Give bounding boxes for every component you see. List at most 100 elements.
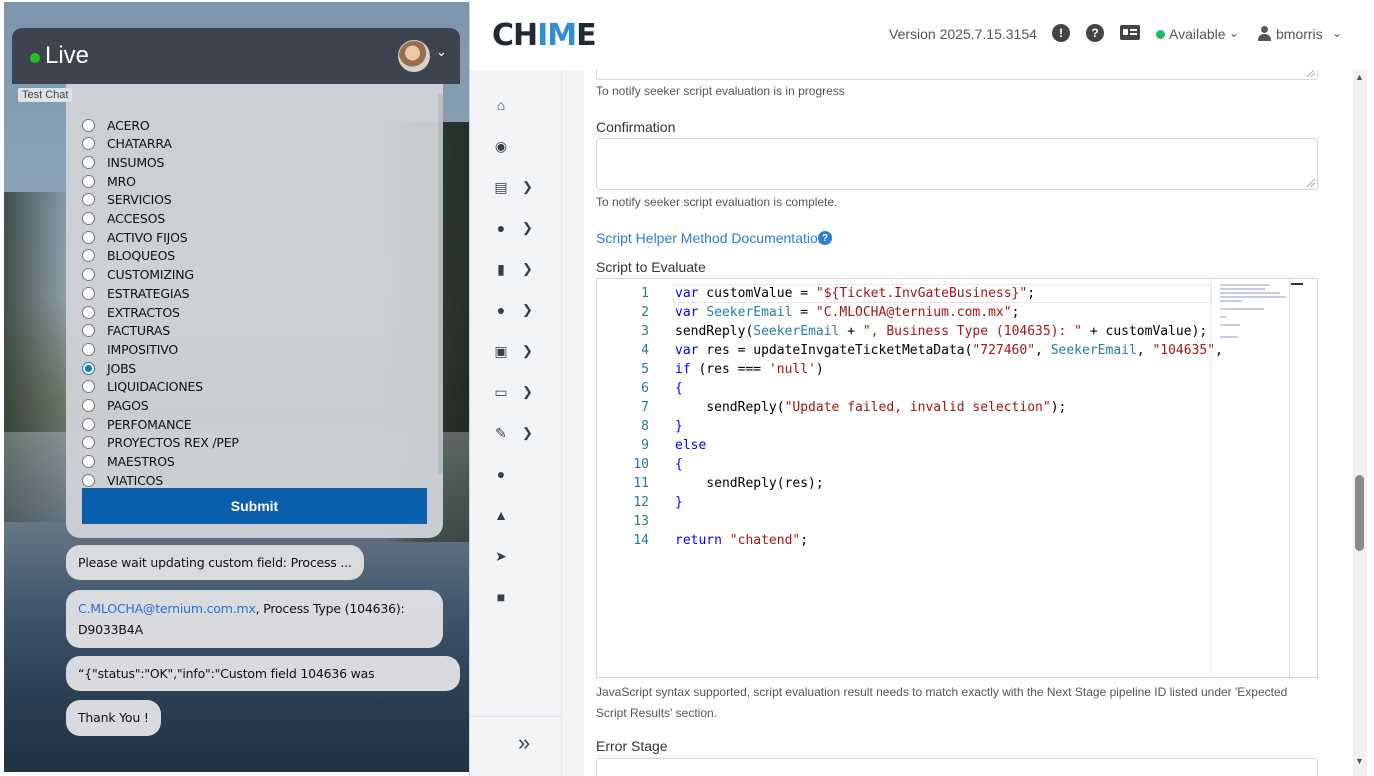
option-row[interactable]: ACTIVO FIJOS <box>82 228 188 246</box>
option-radio[interactable] <box>82 193 95 207</box>
status-dropdown[interactable]: Available <box>1169 26 1226 42</box>
user-icon <box>1258 26 1271 41</box>
option-row[interactable]: LIQUIDACIONES <box>82 378 203 396</box>
in-progress-textarea[interactable] <box>596 70 1318 80</box>
editor-scrollbar[interactable] <box>1289 279 1290 677</box>
chevron-down-icon[interactable]: ⌄ <box>1332 26 1342 40</box>
minimap-slider[interactable] <box>1291 283 1303 285</box>
option-row[interactable]: CUSTOMIZING <box>82 266 194 284</box>
nav-alerts[interactable]: ▲ <box>492 500 552 530</box>
chime-app: CHIME Version 2025.7.15.3154 ! ? Availab… <box>469 0 1374 776</box>
code-minimap[interactable] <box>1211 279 1291 677</box>
code-editor[interactable]: 1 var customValue = "${Ticket.InvGateBusi… <box>596 278 1318 678</box>
option-row[interactable]: ACERO <box>82 116 150 134</box>
option-radio[interactable] <box>82 380 95 394</box>
option-row[interactable]: ACCESOS <box>82 210 165 228</box>
nav-team[interactable]: ● ❯ <box>492 213 552 243</box>
option-row[interactable]: INSUMOS <box>82 153 164 171</box>
options-scrollbar[interactable] <box>438 94 443 474</box>
option-row[interactable]: PAGOS <box>82 397 149 415</box>
live-status-label: Live <box>45 42 90 69</box>
nav-edit[interactable]: ✎ ❯ <box>492 418 552 448</box>
option-label: MAESTROS <box>107 454 175 470</box>
option-radio[interactable] <box>82 230 95 244</box>
script-label: Script to Evaluate <box>596 259 706 275</box>
option-radio[interactable] <box>82 473 95 487</box>
nav-home[interactable]: ⌂ <box>492 90 552 120</box>
option-row[interactable]: IMPOSITIVO <box>82 340 178 358</box>
script-helper-docs-link[interactable]: Script Helper Method Documentation <box>596 230 826 246</box>
option-radio[interactable] <box>82 305 95 319</box>
email-link[interactable]: C.MLOCHA@ternium.com.mx <box>78 601 256 616</box>
option-row[interactable]: JOBS <box>82 359 136 377</box>
nav-tickets[interactable]: ▭ ❯ <box>492 377 552 407</box>
submit-button[interactable]: Submit <box>82 488 427 524</box>
option-label: LIQUIDACIONES <box>107 379 203 395</box>
help-icon[interactable]: ? <box>818 231 832 245</box>
option-row[interactable]: ESTRATEGIAS <box>82 284 190 302</box>
nav-rocket[interactable]: ➤ <box>492 541 552 571</box>
code-text: if (res === 'null') <box>675 362 824 377</box>
option-row[interactable]: MAESTROS <box>82 453 175 471</box>
chevron-right-icon: ❯ <box>522 343 533 358</box>
code-line: 6{ <box>597 379 1211 398</box>
option-row[interactable]: PROYECTOS REX /PEP <box>82 434 239 452</box>
line-number: 8 <box>641 419 649 434</box>
confirmation-textarea[interactable] <box>596 138 1318 190</box>
option-row[interactable]: PERFOMANCE <box>82 415 192 433</box>
line-number: 7 <box>641 400 649 415</box>
nav-knowledge[interactable]: ▮ ❯ <box>492 254 552 284</box>
option-row[interactable]: BLOQUEOS <box>82 247 175 265</box>
option-radio[interactable] <box>82 286 95 300</box>
option-label: JOBS <box>107 360 137 376</box>
option-row[interactable]: FACTURAS <box>82 322 170 340</box>
option-radio[interactable] <box>82 436 95 450</box>
option-radio[interactable] <box>82 399 95 412</box>
scrollbar-thumb[interactable] <box>1355 475 1364 551</box>
chevron-down-icon[interactable]: ⌄ <box>436 44 447 60</box>
error-stage-field[interactable] <box>596 758 1318 776</box>
option-row[interactable]: MRO <box>82 172 136 190</box>
user-icon: ● <box>496 466 506 482</box>
option-row[interactable]: SERVICIOS <box>82 191 172 209</box>
option-radio[interactable] <box>82 137 95 151</box>
option-radio[interactable] <box>82 249 95 263</box>
option-radio[interactable] <box>82 342 95 356</box>
nav-bot[interactable]: ▣ ❯ <box>492 336 552 366</box>
nav-chats[interactable]: ◉ <box>492 131 552 161</box>
scroll-down-icon[interactable]: ▼ <box>1355 756 1364 766</box>
code-line: 13 <box>597 512 1211 531</box>
nav-user[interactable]: ● <box>492 459 552 489</box>
option-radio[interactable] <box>82 212 95 225</box>
chime-logo[interactable]: CHIME <box>492 18 597 53</box>
sidebar: ⌂ ◉ ▤ ❯ ● ❯ ▮ ❯ ● ❯ ▣ ❯ ▭ ❯ ✎ ❯ ● ▲ ➤ ■ » <box>470 70 562 776</box>
user-menu[interactable]: bmorris <box>1276 26 1323 42</box>
agent-avatar[interactable] <box>398 40 430 72</box>
option-row[interactable]: EXTRACTOS <box>82 303 180 321</box>
nav-feedback[interactable]: ■ <box>492 582 552 612</box>
option-radio[interactable] <box>82 268 95 282</box>
option-radio[interactable] <box>82 455 95 469</box>
code-line: 12} <box>597 493 1211 512</box>
scroll-up-icon[interactable]: ▲ <box>1355 72 1364 82</box>
expand-sidebar-icon[interactable]: » <box>518 730 530 756</box>
option-row[interactable]: CHATARRA <box>82 135 172 153</box>
nav-reports[interactable]: ▤ ❯ <box>492 172 552 202</box>
option-radio[interactable] <box>82 155 95 169</box>
help-icon[interactable]: ? <box>1086 24 1104 42</box>
chevron-right-icon: ❯ <box>522 302 533 317</box>
chevron-right-icon: ❯ <box>522 384 533 399</box>
alert-icon[interactable]: ! <box>1052 24 1070 42</box>
nav-messages[interactable]: ● ❯ <box>492 295 552 325</box>
option-row[interactable]: VIATICOS <box>82 471 163 489</box>
option-radio[interactable] <box>82 417 95 431</box>
line-number: 14 <box>633 533 649 548</box>
page-scrollbar[interactable]: ▲ ▼ <box>1327 70 1374 776</box>
chevron-down-icon[interactable]: ⌄ <box>1229 26 1239 40</box>
option-radio[interactable] <box>82 361 95 375</box>
contact-card-icon[interactable] <box>1120 25 1140 40</box>
option-radio[interactable] <box>82 324 95 338</box>
option-radio[interactable] <box>82 174 95 188</box>
option-radio[interactable] <box>82 118 95 132</box>
code-text: { <box>675 457 683 472</box>
